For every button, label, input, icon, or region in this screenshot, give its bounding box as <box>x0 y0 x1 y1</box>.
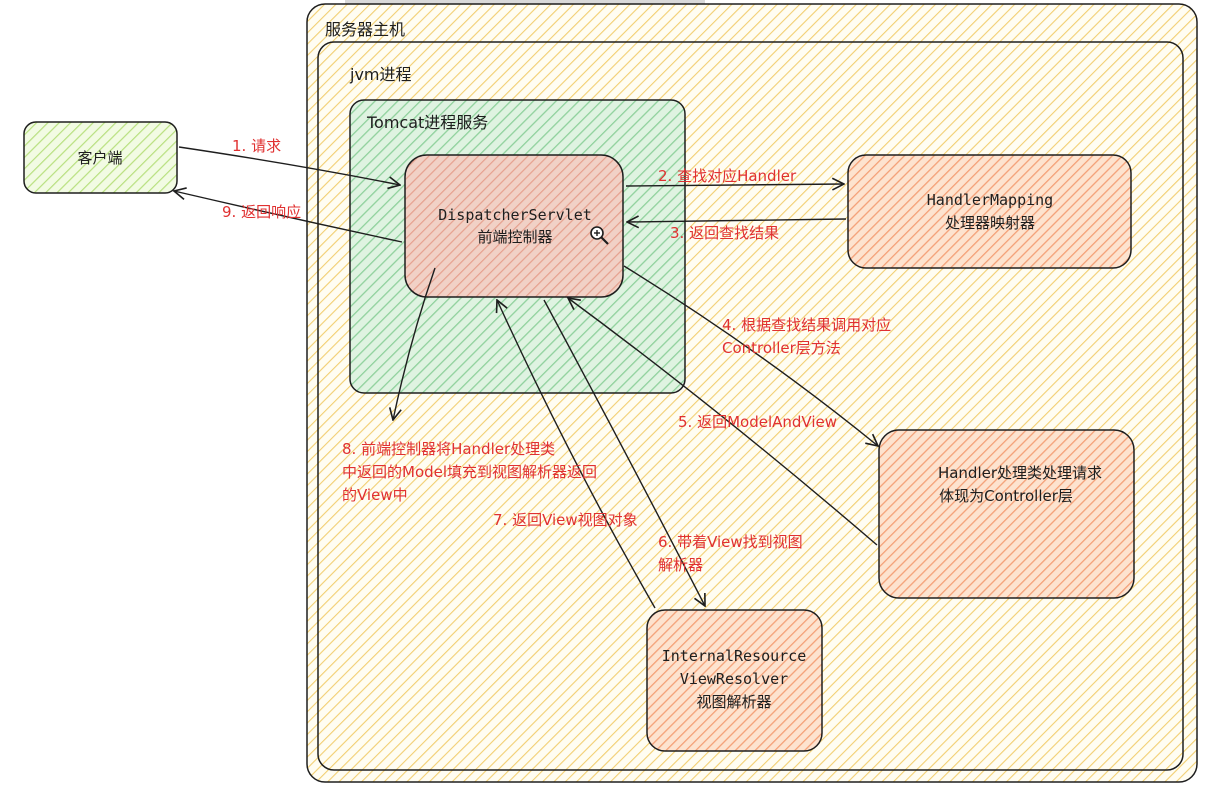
architecture-diagram: 服务器主机 jvm进程 Tomcat进程服务 客户端 DispatcherSer… <box>23 0 1198 783</box>
server-host-title: 服务器主机 <box>325 20 405 39</box>
step-4-label-line-2: Controller层方法 <box>722 339 841 357</box>
client-node: 客户端 <box>23 121 178 194</box>
step-7-label: 7. 返回View视图对象 <box>493 511 638 529</box>
step-9-label: 9. 返回响应 <box>222 203 301 221</box>
step-6-label-line-1: 6. 带着View找到视图 <box>658 533 803 551</box>
handler-node: Handler处理类处理请求 体现为Controller层 <box>878 429 1135 599</box>
step-1-label: 1. 请求 <box>232 137 281 155</box>
client-label: 客户端 <box>77 149 122 167</box>
view-resolver-desc: 视图解析器 <box>696 693 771 711</box>
jvm-process-title: jvm进程 <box>349 65 412 84</box>
view-resolver-name-2: ViewResolver <box>680 670 788 688</box>
step-6-label-line-2: 解析器 <box>658 556 703 574</box>
handler-mapping-desc: 处理器映射器 <box>945 214 1035 232</box>
step-3-label: 3. 返回查找结果 <box>670 224 779 242</box>
dispatcher-servlet-desc: 前端控制器 <box>477 228 552 246</box>
step-5-label: 5. 返回ModelAndView <box>678 413 837 431</box>
handler-mapping-name: HandlerMapping <box>927 191 1053 209</box>
step-4-label-line-1: 4. 根据查找结果调用对应 <box>722 316 891 334</box>
step-8-label-line-3: 的View中 <box>342 486 408 504</box>
view-resolver-name-1: InternalResource <box>662 647 807 665</box>
handler-desc: 体现为Controller层 <box>939 487 1073 505</box>
handler-name: Handler处理类处理请求 <box>938 464 1102 482</box>
step-8-label-line-2: 中返回的Model填充到视图解析器返回 <box>342 463 597 481</box>
step-2-label: 2. 查找对应Handler <box>658 167 797 185</box>
tomcat-service-title: Tomcat进程服务 <box>366 113 488 132</box>
view-resolver-node: InternalResource ViewResolver 视图解析器 <box>646 609 823 752</box>
step-8-label-line-1: 8. 前端控制器将Handler处理类 <box>342 440 555 458</box>
dispatcher-servlet-name: DispatcherServlet <box>438 206 592 224</box>
dispatcher-servlet-node: DispatcherServlet 前端控制器 <box>404 154 624 298</box>
handler-mapping-node: HandlerMapping 处理器映射器 <box>847 154 1132 269</box>
